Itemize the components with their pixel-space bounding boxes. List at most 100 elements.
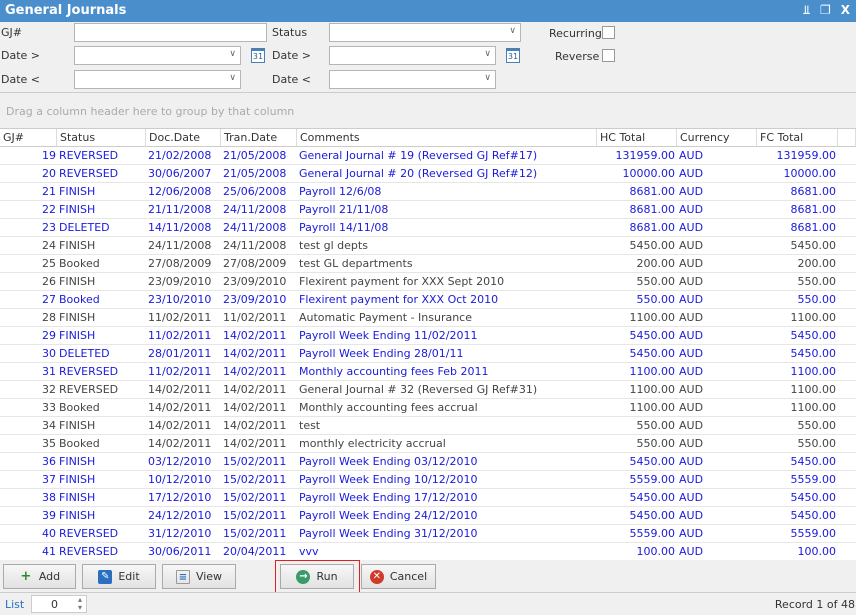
cell-fc-total: 8681.00 [790,185,837,198]
view-document-icon: ≡ [175,569,190,584]
table-row[interactable]: 28 FINISH 11/02/2011 11/02/2011 Automatic Pa… [0,309,856,327]
cell-fc-total: 1100.00 [790,311,837,324]
cell-hc-total: 5450.00 [629,347,676,360]
table-row[interactable]: 36 FINISH 03/12/2010 15/02/2011 Payroll Week… [0,453,856,471]
table-row[interactable]: 37 FINISH 10/12/2010 15/02/2011 Payroll Week… [0,471,856,489]
close-icon[interactable]: X [841,3,850,18]
run-button[interactable]: → Run [280,564,354,589]
table-row[interactable]: 35 Booked 14/02/2011 14/02/2011 monthly elec… [0,435,856,453]
table-row[interactable]: 33 Booked 14/02/2011 14/02/2011 Monthly acco… [0,399,856,417]
column-header-fc-total[interactable]: FC Total [757,129,838,146]
table-row[interactable]: 40 REVERSED 31/12/2010 15/02/2011 Payroll We… [0,525,856,543]
cell-extra [838,417,856,434]
pin-icon[interactable]: ⫫ [803,3,810,18]
list-tab[interactable]: List [5,598,24,611]
table-row[interactable]: 32 REVERSED 14/02/2011 14/02/2011 General Jo… [0,381,856,399]
date-lt-select[interactable]: ∨ [74,70,241,89]
cell-doc-date: 03/12/2010 [148,455,212,468]
table-row[interactable]: 24 FINISH 24/11/2008 24/11/2008 test gl dept… [0,237,856,255]
cell-status: FINISH [59,329,96,342]
column-header-currency[interactable]: Currency [677,129,757,146]
table-row[interactable]: 23 DELETED 14/11/2008 24/11/2008 Payroll 14/… [0,219,856,237]
table-row[interactable]: 19 REVERSED 21/02/2008 21/05/2008 General Jo… [0,147,856,165]
cell-tran-date: 14/02/2011 [223,365,287,378]
cell-fc-total: 1100.00 [790,383,837,396]
add-button[interactable]: + Add [3,564,76,589]
table-row[interactable]: 27 Booked 23/10/2010 23/09/2010 Flexirent pa… [0,291,856,309]
calendar-icon[interactable]: 31 [251,48,265,63]
cell-status: REVERSED [59,383,119,396]
cell-comments: General Journal # 20 (Reversed GJ Ref#12… [299,167,538,180]
cell-hc-total: 1100.00 [629,383,676,396]
cell-extra [838,543,856,560]
cell-tran-date: 15/02/2011 [223,491,287,504]
table-row[interactable]: 29 FINISH 11/02/2011 14/02/2011 Payroll Week… [0,327,856,345]
cell-currency: AUD [679,455,704,468]
cell-tran-date: 23/09/2010 [223,293,287,306]
cell-gj: 39 [42,509,56,522]
view-button[interactable]: ≡ View [162,564,236,589]
column-header-hc-total[interactable]: HC Total [597,129,677,146]
cell-doc-date: 23/09/2010 [148,275,212,288]
cell-gj: 27 [42,293,56,306]
table-row[interactable]: 21 FINISH 12/06/2008 25/06/2008 Payroll 12/6… [0,183,856,201]
cell-tran-date: 20/04/2011 [223,545,287,558]
column-header-extra[interactable] [838,129,856,146]
calendar-icon[interactable]: 31 [506,48,520,63]
recurring-checkbox[interactable] [602,26,615,39]
table-row[interactable]: 41 REVERSED 30/06/2011 20/04/2011 vvv 100.00 A… [0,543,856,560]
list-spinner[interactable]: 0 ▴ ▾ [31,595,87,613]
cell-gj: 21 [42,185,56,198]
cell-fc-total: 8681.00 [790,221,837,234]
column-header-status[interactable]: Status [57,129,146,146]
table-row[interactable]: 26 FINISH 23/09/2010 23/09/2010 Flexirent pa… [0,273,856,291]
cell-currency: AUD [679,293,704,306]
column-header-doc-date[interactable]: Doc.Date [146,129,221,146]
cell-tran-date: 14/02/2011 [223,401,287,414]
status-select[interactable]: ∨ [329,23,521,42]
cancel-label: Cancel [389,570,428,583]
cell-gj: 31 [42,365,56,378]
cell-currency: AUD [679,401,704,414]
table-row[interactable]: 39 FINISH 24/12/2010 15/02/2011 Payroll Week… [0,507,856,525]
reverse-label: Reverse [555,50,600,63]
cell-comments: test gl depts [299,239,368,252]
cell-gj: 30 [42,347,56,360]
cell-comments: Automatic Payment - Insurance [299,311,472,324]
cell-hc-total: 550.00 [636,275,676,288]
cell-status: DELETED [59,221,110,234]
cell-comments: General Journal # 32 (Reversed GJ Ref#31… [299,383,538,396]
cell-gj: 37 [42,473,56,486]
table-row[interactable]: 31 REVERSED 11/02/2011 14/02/2011 Monthly ac… [0,363,856,381]
table-row[interactable]: 20 REVERSED 30/06/2007 21/05/2008 General Jo… [0,165,856,183]
journals-grid: GJ# Status Doc.Date Tran.Date Comments HC Tot… [0,128,856,560]
column-header-gj[interactable]: GJ# [0,129,57,146]
cell-tran-date: 11/02/2011 [223,311,287,324]
date-gt2-select[interactable]: ∨ [329,46,496,65]
table-row[interactable]: 34 FINISH 14/02/2011 14/02/2011 test 550.00 AU… [0,417,856,435]
cell-doc-date: 30/06/2011 [148,545,212,558]
cell-comments: Monthly accounting fees accrual [299,401,478,414]
date-lt2-select[interactable]: ∨ [329,70,496,89]
cell-comments: Payroll Week Ending 28/01/11 [299,347,464,360]
cell-extra [838,237,856,254]
table-row[interactable]: 25 Booked 27/08/2009 27/08/2009 test GL depa… [0,255,856,273]
group-by-panel[interactable]: Drag a column header here to group by th… [0,92,856,128]
spinner-arrows-icon[interactable]: ▴ ▾ [78,596,82,612]
cell-tran-date: 24/11/2008 [223,239,287,252]
restore-icon[interactable]: ❐ [820,3,831,18]
date-gt-select[interactable]: ∨ [74,46,241,65]
cancel-button[interactable]: ✕ Cancel [361,564,436,589]
column-header-comments[interactable]: Comments [297,129,597,146]
edit-button[interactable]: ✎ Edit [82,564,156,589]
column-header-tran-date[interactable]: Tran.Date [221,129,297,146]
gj-input[interactable] [74,23,267,42]
table-row[interactable]: 38 FINISH 17/12/2010 15/02/2011 Payroll Week… [0,489,856,507]
reverse-checkbox[interactable] [602,49,615,62]
table-row[interactable]: 22 FINISH 21/11/2008 24/11/2008 Payroll 21/1… [0,201,856,219]
table-row[interactable]: 30 DELETED 28/01/2011 14/02/2011 Payroll Wee… [0,345,856,363]
cell-hc-total: 5559.00 [629,527,676,540]
cell-tran-date: 14/02/2011 [223,419,287,432]
cell-tran-date: 15/02/2011 [223,527,287,540]
cell-doc-date: 14/02/2011 [148,437,212,450]
